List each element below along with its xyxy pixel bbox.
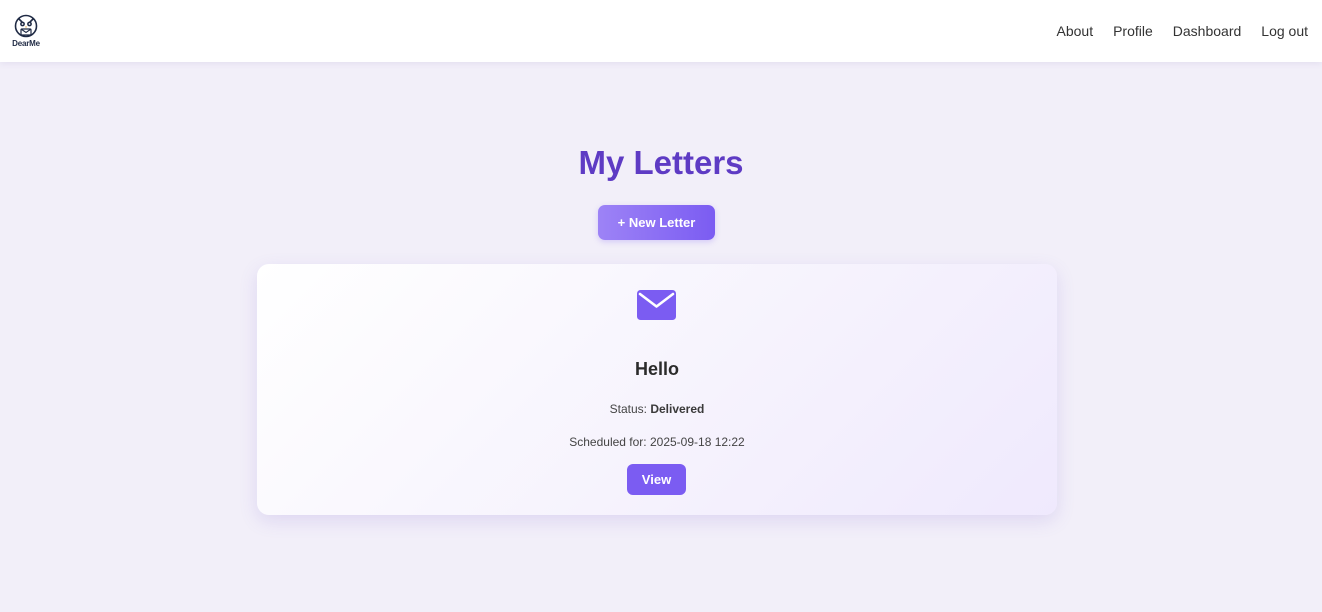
view-letter-button[interactable]: View: [627, 464, 686, 495]
status-label: Status:: [609, 402, 647, 416]
page-title: My Letters: [578, 144, 744, 181]
envelope-icon: [637, 290, 676, 320]
scheduled-label: Scheduled for:: [569, 435, 647, 449]
nav-link-about[interactable]: About: [1057, 23, 1094, 39]
letter-card: Hello Status: Delivered Scheduled for: 2…: [257, 264, 1057, 515]
letter-title: Hello: [634, 359, 679, 379]
status-value: Delivered: [650, 402, 705, 416]
nav-links: About Profile Dashboard Log out: [1057, 23, 1309, 39]
brand-name: DearMe: [12, 39, 40, 48]
new-letter-button[interactable]: + New Letter: [598, 205, 715, 240]
letter-status: Status: Delivered: [257, 402, 1057, 416]
letter-scheduled: Scheduled for: 2025-09-18 12:22: [257, 435, 1057, 449]
nav-link-profile[interactable]: Profile: [1113, 23, 1153, 39]
nav-link-dashboard[interactable]: Dashboard: [1173, 23, 1242, 39]
top-navbar: DearMe About Profile Dashboard Log out: [0, 0, 1322, 62]
scheduled-value: 2025-09-18 12:22: [649, 435, 745, 449]
nav-link-logout[interactable]: Log out: [1261, 23, 1308, 39]
brand-logo-link[interactable]: DearMe: [9, 14, 43, 48]
owl-mail-logo-icon: [14, 14, 38, 38]
